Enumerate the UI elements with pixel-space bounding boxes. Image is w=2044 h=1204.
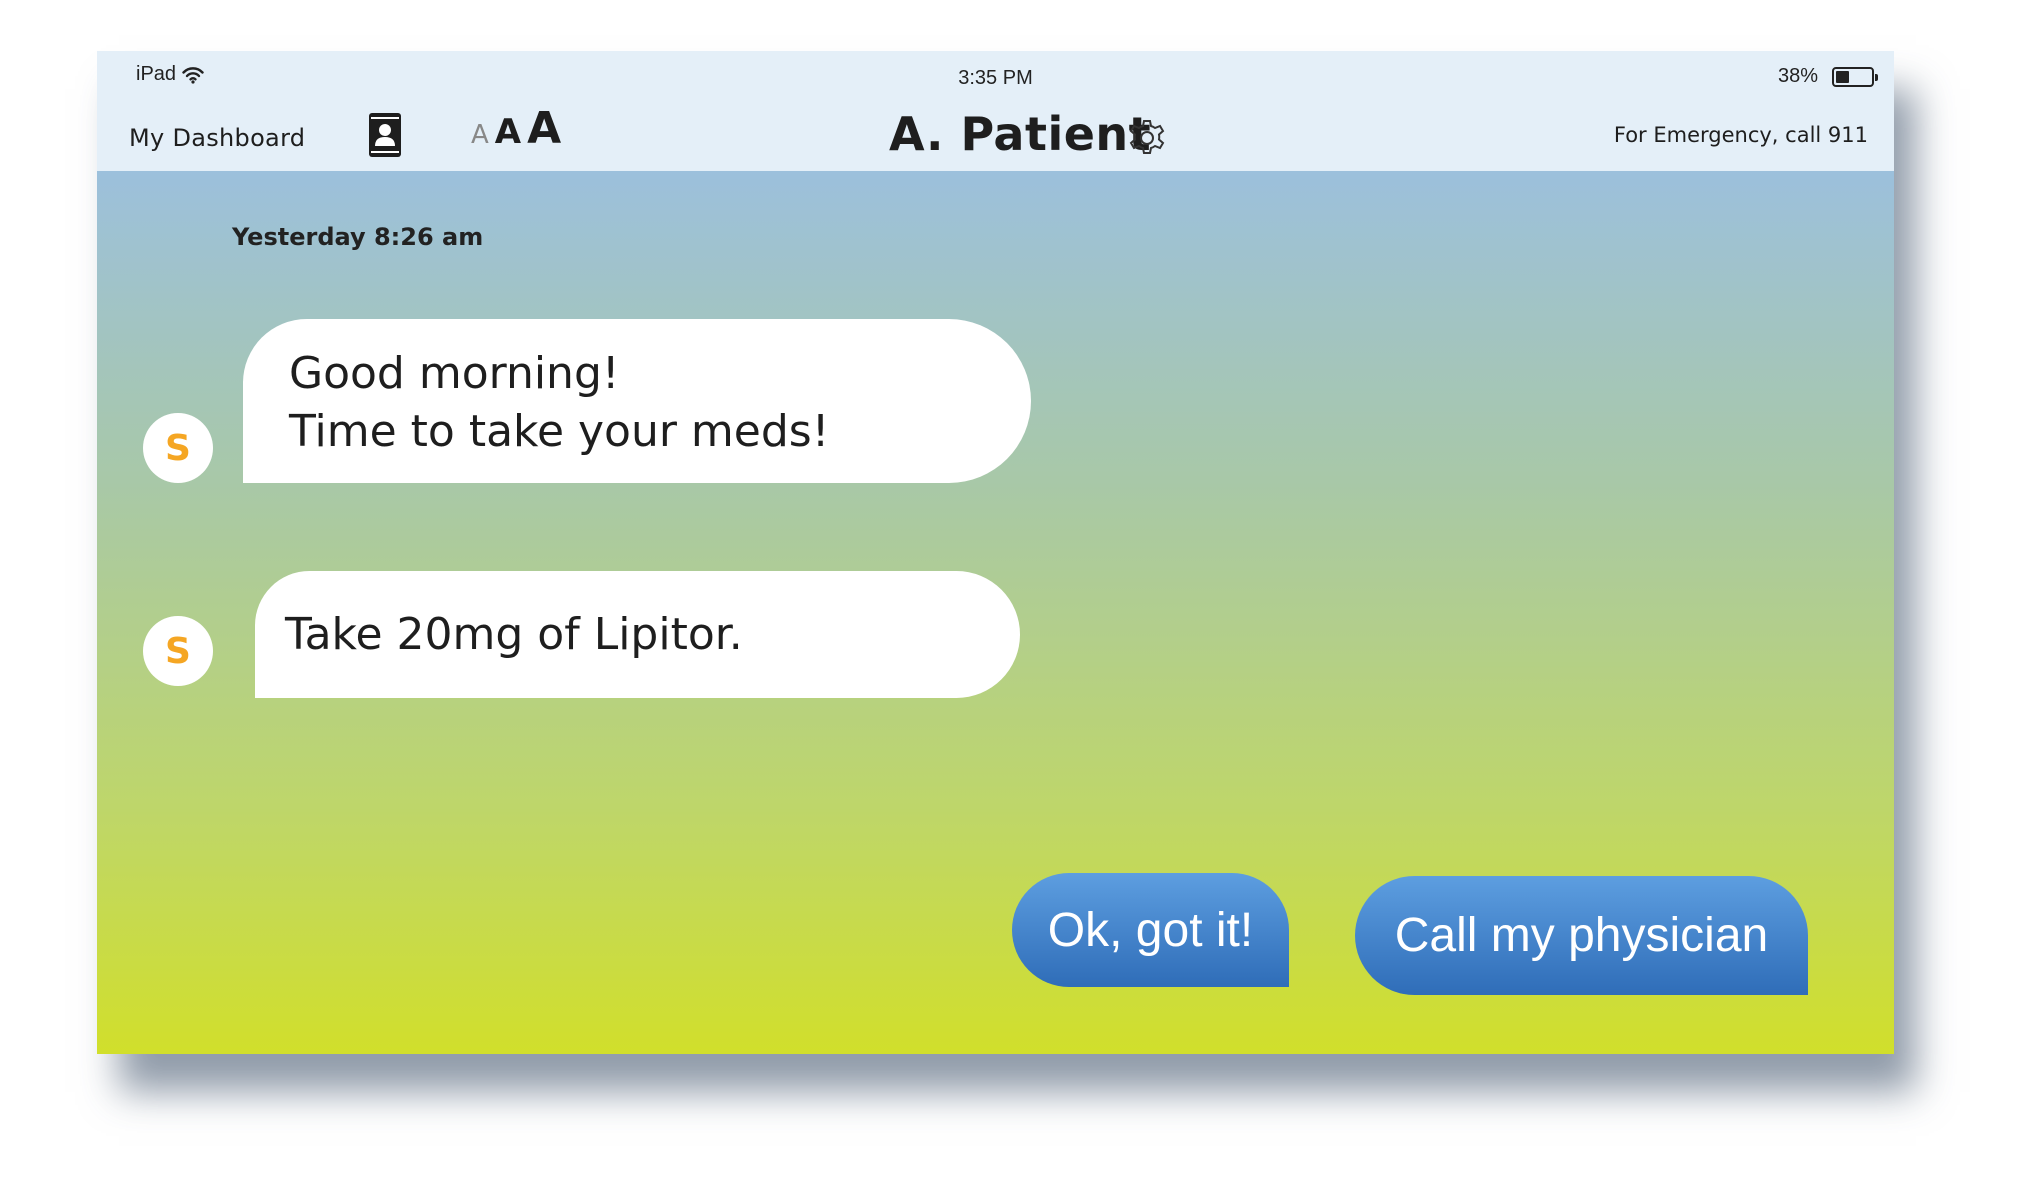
font-size-selector: A A A — [471, 103, 561, 154]
sender-avatar: S — [143, 413, 213, 483]
emergency-notice: For Emergency, call 911 — [1613, 123, 1868, 147]
message-bubble: Good morning! Time to take your meds! — [243, 319, 1031, 483]
status-bar: iPad 3:35 PM 38% — [97, 51, 1894, 101]
gear-icon[interactable] — [1127, 118, 1167, 162]
battery-percent: 38% — [1777, 65, 1818, 87]
battery-fill — [1836, 70, 1849, 83]
ok-got-it-button[interactable]: Ok, got it! — [1012, 873, 1289, 987]
status-time: 3:35 PM — [958, 67, 1033, 89]
message-bubble: Take 20mg of Lipitor. — [255, 571, 1020, 698]
ipad-screen: iPad 3:35 PM 38% My Dashboard A A A A. P… — [97, 51, 1894, 1054]
message-line: Take 20mg of Lipitor. — [285, 609, 743, 660]
font-size-large-button[interactable]: A — [527, 103, 561, 154]
my-dashboard-link[interactable]: My Dashboard — [129, 124, 305, 152]
call-physician-button[interactable]: Call my physician — [1355, 876, 1808, 995]
font-size-medium-button[interactable]: A — [495, 112, 521, 152]
message-timestamp: Yesterday 8:26 am — [232, 223, 484, 251]
nav-bar: My Dashboard A A A A. Patient For Emerge… — [97, 101, 1894, 171]
chat-area: Yesterday 8:26 am S Good morning! Time t… — [97, 171, 1894, 1054]
sender-avatar: S — [143, 616, 213, 686]
patient-name: A. Patient — [889, 107, 1152, 161]
message-line: Good morning! — [289, 348, 620, 399]
battery-icon — [1832, 66, 1878, 87]
contacts-icon[interactable] — [368, 112, 402, 162]
message-line: Time to take your meds! — [289, 406, 830, 457]
font-size-small-button[interactable]: A — [471, 120, 489, 150]
status-battery: 38% — [1777, 65, 1878, 88]
